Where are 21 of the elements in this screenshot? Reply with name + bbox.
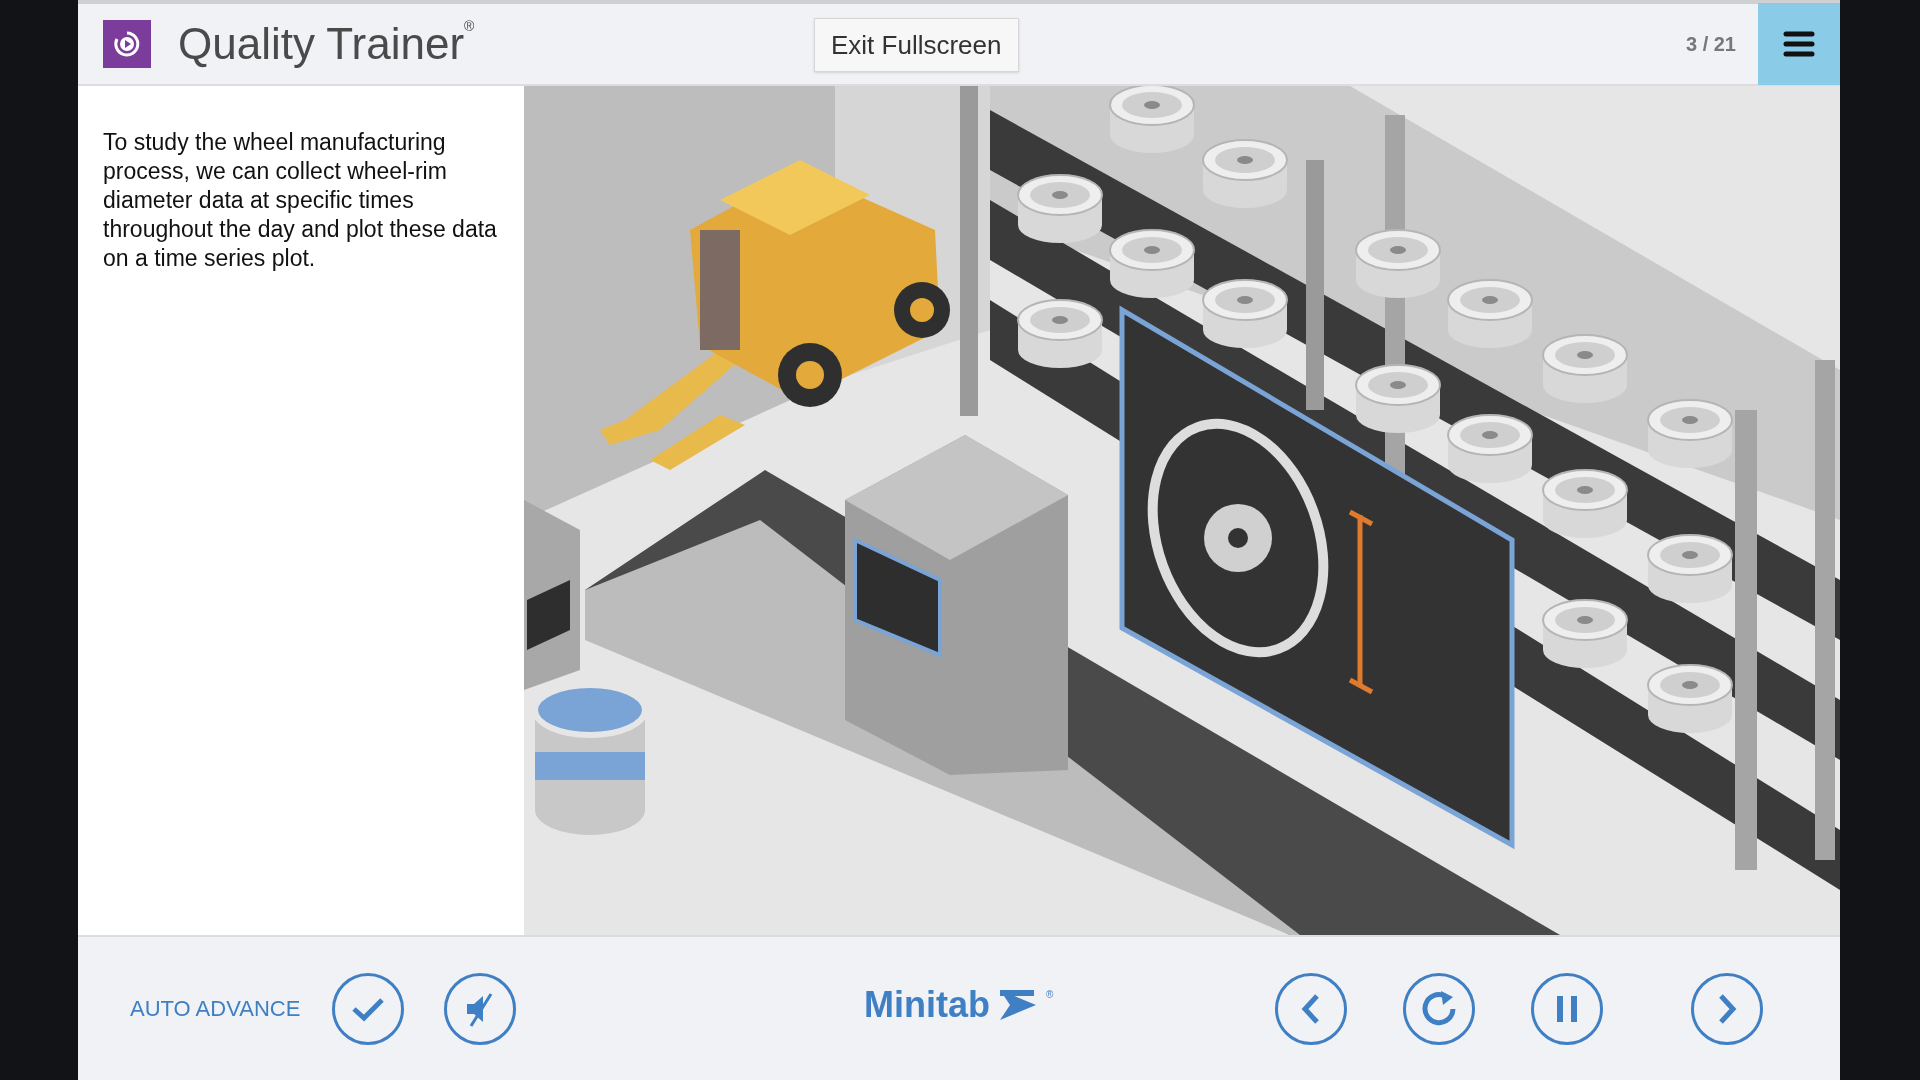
replay-button[interactable] — [1403, 972, 1475, 1045]
auto-advance-toggle[interactable] — [332, 972, 405, 1045]
app-logo-icon — [103, 20, 151, 68]
brand-logo-icon — [998, 988, 1038, 1022]
app-title: Quality Trainer® — [178, 17, 475, 70]
chevron-left-icon — [1301, 992, 1321, 1025]
pause-icon — [1555, 993, 1579, 1024]
next-button[interactable] — [1691, 972, 1763, 1045]
pause-button[interactable] — [1531, 972, 1603, 1045]
menu-button[interactable] — [1758, 3, 1840, 85]
page-counter: 3 / 21 — [1685, 32, 1736, 57]
auto-advance-label: AUTO ADVANCE — [130, 995, 301, 1023]
chevron-right-icon — [1717, 992, 1737, 1025]
menu-icon — [1783, 31, 1815, 57]
previous-button[interactable] — [1275, 972, 1347, 1045]
brand-trademark: ® — [1046, 988, 1054, 1002]
lesson-text: To study the wheel manufacturing process, we can collect wheel-rim diameter data at specific times throughout the day and plot these data on a time series plot. — [103, 128, 498, 273]
exit-fullscreen-button[interactable]: Exit Fullscreen — [814, 18, 1019, 72]
checkmark-icon — [351, 995, 386, 1022]
brand-name: Minitab — [864, 987, 990, 1023]
sound-button[interactable] — [444, 972, 517, 1045]
